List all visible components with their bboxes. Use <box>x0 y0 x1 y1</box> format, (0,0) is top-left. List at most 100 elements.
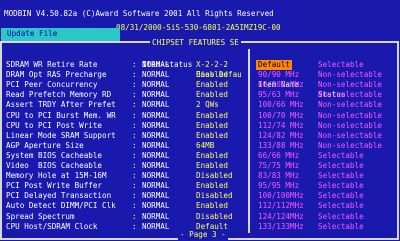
item-selectability: Selectable <box>318 221 364 231</box>
item-name-option[interactable]: 112/112MHz <box>258 201 304 211</box>
label-separator: : <box>132 140 137 150</box>
setting-label: Read Prefetch Memory RD <box>6 90 112 100</box>
setting-label: CPU to PCI Post Write <box>6 120 103 130</box>
label-separator: : <box>132 221 137 231</box>
setting-row[interactable]: Spread Spectrum NORMAL Disabled 124/124MHz S… <box>4 212 396 222</box>
item-selectability: Selectable <box>318 150 364 160</box>
label-separator: : <box>132 100 137 110</box>
label-separator: : <box>132 70 137 80</box>
item-name-option[interactable]: 133/133MHz <box>258 222 304 232</box>
item-selectability: Selectable <box>318 211 364 221</box>
item-name-option[interactable]: 75/75 MHz <box>258 161 299 171</box>
frame-border-right <box>397 41 399 240</box>
setting-label: SDRAM WR Retire Rate <box>6 60 98 69</box>
setting-label: PCI Post Write Buffer <box>6 181 103 191</box>
setting-label: System BIOS Cacheable <box>6 150 103 160</box>
item-name-option[interactable]: 124/82 MHz <box>258 131 304 141</box>
item-status-value: NORMAL <box>142 181 170 191</box>
item-name-option[interactable]: 66/66 MHz <box>258 151 299 161</box>
item-selectability: Selectable <box>318 171 364 181</box>
bios-default-value: Enabled <box>196 120 229 130</box>
label-separator: : <box>132 161 137 170</box>
setting-row[interactable]: Linear Mode SRAM Support NORMAL Enabled 124… <box>4 131 396 141</box>
item-selectability: Selectable <box>318 191 364 201</box>
bios-default-value: 2 QWs <box>196 100 219 110</box>
item-selectability: Non-selectable <box>318 100 383 110</box>
item-name-option[interactable]: Default <box>256 60 293 70</box>
setting-row[interactable]: Memory Hole at 15M-16M NORMAL Disabled 83/8… <box>4 171 396 181</box>
bios-default-value: 64MB <box>196 140 215 150</box>
item-status-value: NORMAL <box>142 201 170 211</box>
item-name-option[interactable]: 133/88 MHz <box>258 141 304 151</box>
item-status-value: NORMAL <box>142 110 170 120</box>
label-separator: : <box>132 201 137 211</box>
setting-row[interactable]: System BIOS Cacheable NORMAL Enabled 66/66 … <box>4 151 396 161</box>
item-selectability: Non-selectable <box>318 70 383 80</box>
item-name-option[interactable]: 66/100 MHz <box>258 80 304 90</box>
setting-row[interactable]: PCI Delayed Transaction NORMAL Disabled 100… <box>4 191 396 201</box>
frame-border-left <box>0 41 2 240</box>
setting-label: Auto Detect DIMM/PCI Clk <box>6 201 116 211</box>
page-indicator: - Page 3 - <box>178 230 228 240</box>
bios-default-value: Enabled <box>196 161 229 170</box>
bios-default-value: Enabled <box>196 130 229 140</box>
bios-default-value: Enabled <box>196 70 229 80</box>
setting-label: Linear Mode SRAM Support <box>6 130 116 140</box>
item-name-option[interactable]: 90/90 MHz <box>258 70 299 80</box>
item-selectability: Selectable <box>318 161 364 170</box>
setting-row[interactable]: CPU to PCI Burst Mem. WR NORMAL Enabled 100… <box>4 111 396 121</box>
setting-row[interactable]: PCI Peer Concurrency NORMAL Enabled 66/100 … <box>4 80 396 90</box>
setting-label: Memory Hole at 15M-16M <box>6 171 107 181</box>
label-separator: : <box>132 211 137 221</box>
setting-row[interactable]: DRAM Opt RAS Precharge NORMAL Enabled 90/90… <box>4 70 396 80</box>
bios-default-value: Enabled <box>196 181 229 191</box>
item-status-value: NORMAL <box>142 80 170 90</box>
label-separator: : <box>132 60 137 69</box>
item-status-value: NORMAL <box>142 100 170 110</box>
label-separator: : <box>132 181 137 191</box>
setting-label: DRAM Opt RAS Precharge <box>6 70 107 80</box>
setting-row[interactable]: Auto Detect DIMM/PCI Clk NORMAL Enabled 112… <box>4 201 396 211</box>
setting-row[interactable]: Assert TRDY After Prefet NORMAL 2 QWs 100/6… <box>4 100 396 110</box>
item-selectability: Selectable <box>318 60 364 69</box>
label-separator: : <box>132 150 137 160</box>
item-name-option[interactable]: 100/70 MHz <box>258 111 304 121</box>
setting-row[interactable]: AGP Aperture Size NORMAL 64MB 133/88 MHz Non… <box>4 141 396 151</box>
item-name-option[interactable]: 112/74 MHz <box>258 121 304 131</box>
item-name-option[interactable]: 124/124MHz <box>258 212 304 222</box>
label-separator: : <box>132 80 137 90</box>
setting-row[interactable]: Video BIOS Cacheable NORMAL Enabled 75/75 M… <box>4 161 396 171</box>
label-separator: : <box>132 110 137 120</box>
update-file-label: Update File <box>7 29 58 38</box>
item-selectability: Non-selectable <box>318 90 383 100</box>
setting-row[interactable]: Read Prefetch Memory RD NORMAL Enabled 95/6… <box>4 90 396 100</box>
item-name-option[interactable]: 83/83 MHz <box>258 171 299 181</box>
item-status-value: NORMAL <box>142 120 170 130</box>
bios-default-value: Disabled <box>196 211 233 221</box>
item-status-value: NORMAL <box>142 140 170 150</box>
item-name-option[interactable]: 100/66 MHz <box>258 100 304 110</box>
item-selectability: Selectable <box>318 181 364 191</box>
bios-id-string: 08/31/2000-SiS-530-6801-2A5IMZ19C-00 <box>116 23 281 32</box>
bios-default-value: Enabled <box>196 110 229 120</box>
item-status-value: NORMAL <box>142 130 170 140</box>
label-separator: : <box>132 90 137 100</box>
setting-label: CPU Host/SDRAM Clock <box>6 221 98 231</box>
setting-label: CPU to PCI Burst Mem. WR <box>6 110 116 120</box>
item-status-value: NORMAL <box>142 211 170 221</box>
bios-default-value: Enabled <box>196 201 229 211</box>
item-name-option[interactable]: 95/63 MHz <box>258 90 299 100</box>
setting-row[interactable]: CPU to PCI Post Write NORMAL Enabled 112/74… <box>4 121 396 131</box>
item-name-option[interactable]: 95/95 MHz <box>258 181 299 191</box>
setting-label: PCI Peer Concurrency <box>6 80 98 90</box>
item-name-option[interactable]: 100/100MHz <box>258 191 304 201</box>
item-selectability: Non-selectable <box>318 80 383 90</box>
bios-default-value: Enabled <box>196 150 229 160</box>
label-separator: : <box>132 171 137 181</box>
bios-default-value: Enabled <box>196 80 229 90</box>
label-separator: : <box>132 130 137 140</box>
setting-row[interactable]: PCI Post Write Buffer NORMAL Enabled 95/95 … <box>4 181 396 191</box>
item-selectability: Non-selectable <box>318 130 383 140</box>
update-file-button[interactable]: Update File <box>1 28 120 41</box>
setting-row[interactable]: SDRAM WR Retire Rate NORMAL X-2-2-2 Default… <box>4 60 396 70</box>
